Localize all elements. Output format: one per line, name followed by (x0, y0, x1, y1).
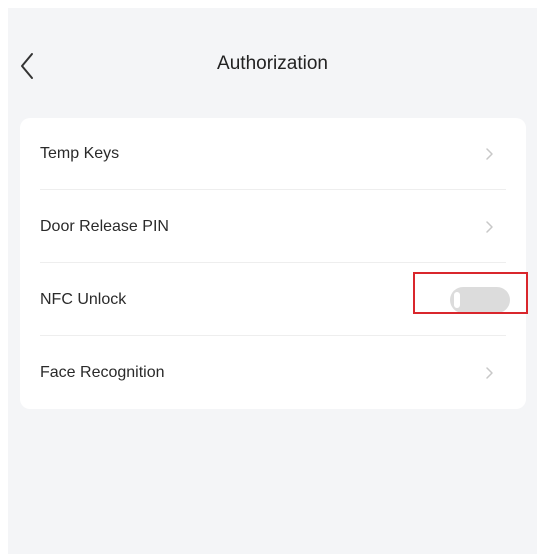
divider (40, 189, 506, 190)
header-bar: Authorization (8, 8, 537, 118)
chevron-right-icon (486, 367, 493, 379)
divider (40, 335, 506, 336)
menu-item-label: Door Release PIN (40, 218, 169, 235)
page-title: Authorization (217, 53, 328, 74)
highlight-box (413, 272, 528, 314)
menu-item-door-release-pin[interactable]: Door Release PIN (20, 191, 526, 263)
menu-item-label: NFC Unlock (40, 291, 127, 308)
menu-item-face-recognition[interactable]: Face Recognition (20, 337, 526, 409)
authorization-menu-card: Temp Keys Door Release PIN NFC Unlock Fa… (20, 118, 526, 409)
menu-item-label: Face Recognition (40, 364, 165, 381)
menu-item-label: Temp Keys (40, 145, 120, 162)
chevron-right-icon (486, 148, 493, 160)
divider (40, 262, 506, 263)
chevron-right-icon (486, 221, 493, 233)
menu-item-temp-keys[interactable]: Temp Keys (20, 118, 526, 190)
